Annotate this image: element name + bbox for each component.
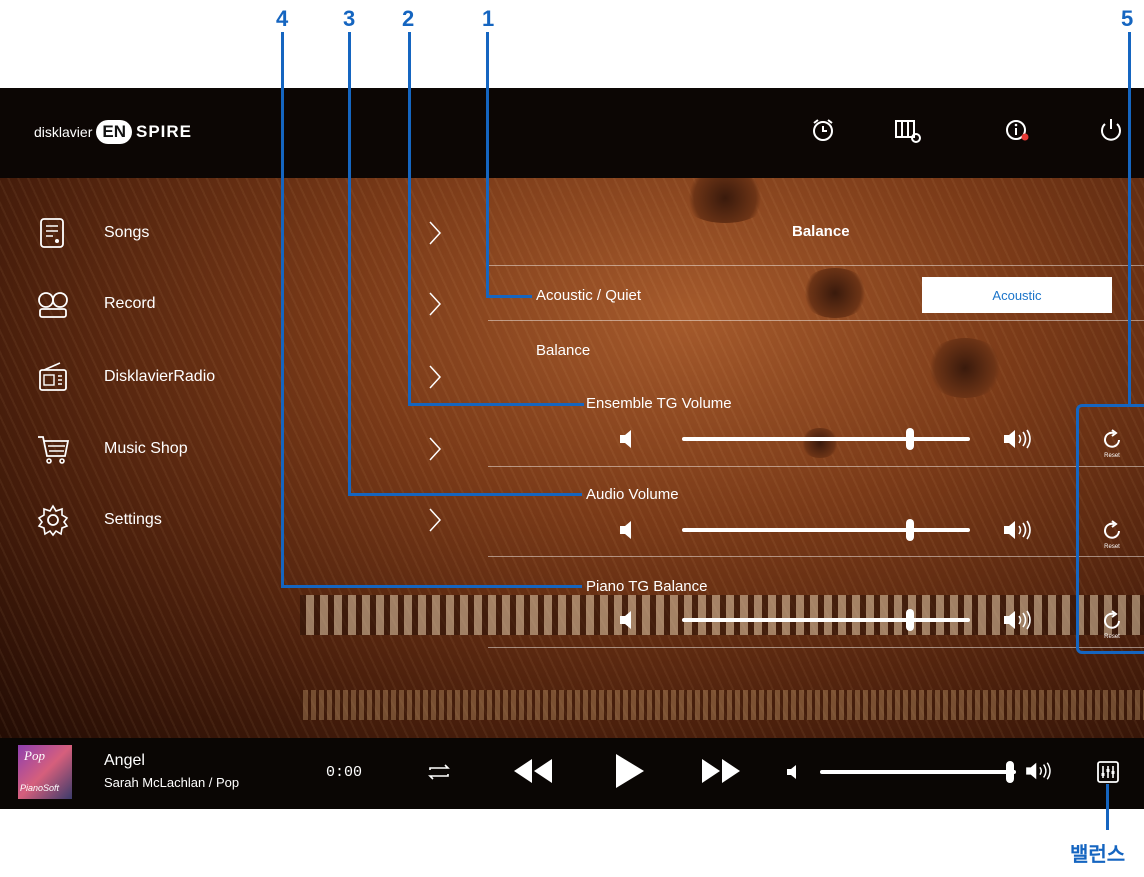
chevron-right-icon [429, 365, 442, 389]
record-icon [38, 292, 68, 318]
sidebar-item-songs[interactable]: Songs [0, 203, 460, 263]
piano-strings-decor [300, 690, 1144, 720]
callout-line [486, 32, 489, 298]
callout-4: 4 [276, 6, 289, 31]
sidebar-item-label: Songs [104, 224, 150, 241]
speaker-loud-icon [1004, 520, 1031, 540]
acoustic-quiet-button[interactable]: Acoustic [922, 277, 1112, 313]
brand-logo: disklavier EN SPIRE [34, 120, 192, 144]
callout-2: 2 [402, 6, 415, 31]
power-icon[interactable] [1096, 115, 1126, 145]
piano-tg-balance-slider[interactable] [682, 609, 970, 631]
slider-knob[interactable] [1006, 761, 1015, 783]
callout-line [281, 32, 284, 588]
song-title: Angel [104, 752, 145, 769]
reset-callout-box [1076, 404, 1144, 654]
piano-background [0, 88, 1144, 738]
piano-settings-icon[interactable] [893, 115, 923, 145]
sidebar-item-label: Settings [104, 511, 162, 528]
callout-3: 3 [343, 6, 356, 31]
brand-prefix: disklavier [34, 124, 93, 140]
brand-suffix: SPIRE [135, 122, 193, 141]
callout-line [408, 32, 411, 406]
info-icon[interactable] [1002, 115, 1032, 145]
cart-icon [38, 436, 70, 464]
song-artist: Sarah McLachlan / Pop [104, 775, 240, 790]
slider-knob[interactable] [905, 428, 914, 450]
brand-en: EN [96, 120, 132, 144]
audio-volume-label: Audio Volume [586, 486, 679, 503]
sidebar-item-settings[interactable]: Settings [0, 490, 460, 550]
callout-line [348, 493, 582, 496]
slider-knob[interactable] [905, 609, 914, 631]
divider [488, 466, 1144, 467]
volume-mute-icon [787, 765, 796, 779]
balance-section-label: Balance [536, 342, 591, 359]
cover-genre: Pop [24, 748, 45, 763]
speaker-mute-icon [620, 611, 631, 629]
callout-line [1106, 784, 1109, 830]
slider-knob[interactable] [905, 519, 914, 541]
audio-volume-slider[interactable] [682, 519, 970, 541]
callout-line [1128, 32, 1131, 404]
radio-icon [39, 362, 67, 391]
master-volume-slider[interactable] [820, 761, 1016, 783]
chevron-right-icon [429, 508, 442, 532]
ensemble-tg-volume-slider[interactable] [682, 428, 970, 450]
alarm-clock-icon[interactable] [808, 115, 838, 145]
album-cover: Pop PianoSoft [18, 745, 72, 799]
fast-forward-icon[interactable] [698, 755, 744, 787]
ensemble-tg-volume-label: Ensemble TG Volume [586, 395, 732, 412]
callout-5: 5 [1121, 6, 1134, 31]
piano-tg-balance-label: Piano TG Balance [586, 578, 708, 595]
balance-mixer-icon[interactable] [1094, 758, 1122, 786]
speaker-loud-icon [1004, 429, 1031, 449]
speaker-loud-icon [1004, 610, 1031, 630]
rewind-icon[interactable] [510, 755, 556, 787]
callout-line [486, 295, 532, 298]
sidebar-item-disklavierradio[interactable]: DisklavierRadio [0, 347, 460, 407]
divider [488, 647, 1144, 648]
callout-line [281, 585, 582, 588]
balance-callout-label: 밸런스 [1070, 842, 1126, 866]
callout-line [348, 32, 351, 496]
chevron-right-icon [429, 437, 442, 461]
sidebar-item-record[interactable]: Record [0, 274, 460, 334]
panel-title: Balance [792, 223, 850, 240]
gear-icon [37, 504, 69, 537]
play-icon[interactable] [612, 752, 646, 790]
sidebar-item-label: Music Shop [104, 440, 188, 457]
sidebar-item-music-shop[interactable]: Music Shop [0, 419, 460, 479]
acoustic-quiet-label: Acoustic / Quiet [536, 287, 642, 304]
repeat-icon[interactable] [424, 760, 454, 784]
volume-loud-icon [1026, 762, 1051, 780]
sidebar-item-label: DisklavierRadio [104, 368, 216, 385]
cover-brand: PianoSoft [20, 783, 60, 793]
speaker-mute-icon [620, 430, 631, 448]
callout-line [408, 403, 584, 406]
divider [488, 556, 1144, 557]
divider [488, 320, 1144, 321]
chevron-right-icon [429, 292, 442, 316]
callout-1: 1 [482, 6, 495, 31]
playback-time: 0:00 [326, 764, 363, 781]
songs-icon [40, 218, 64, 248]
speaker-mute-icon [620, 521, 631, 539]
divider [488, 265, 1144, 266]
sidebar-item-label: Record [104, 295, 156, 312]
chevron-right-icon [429, 221, 442, 245]
